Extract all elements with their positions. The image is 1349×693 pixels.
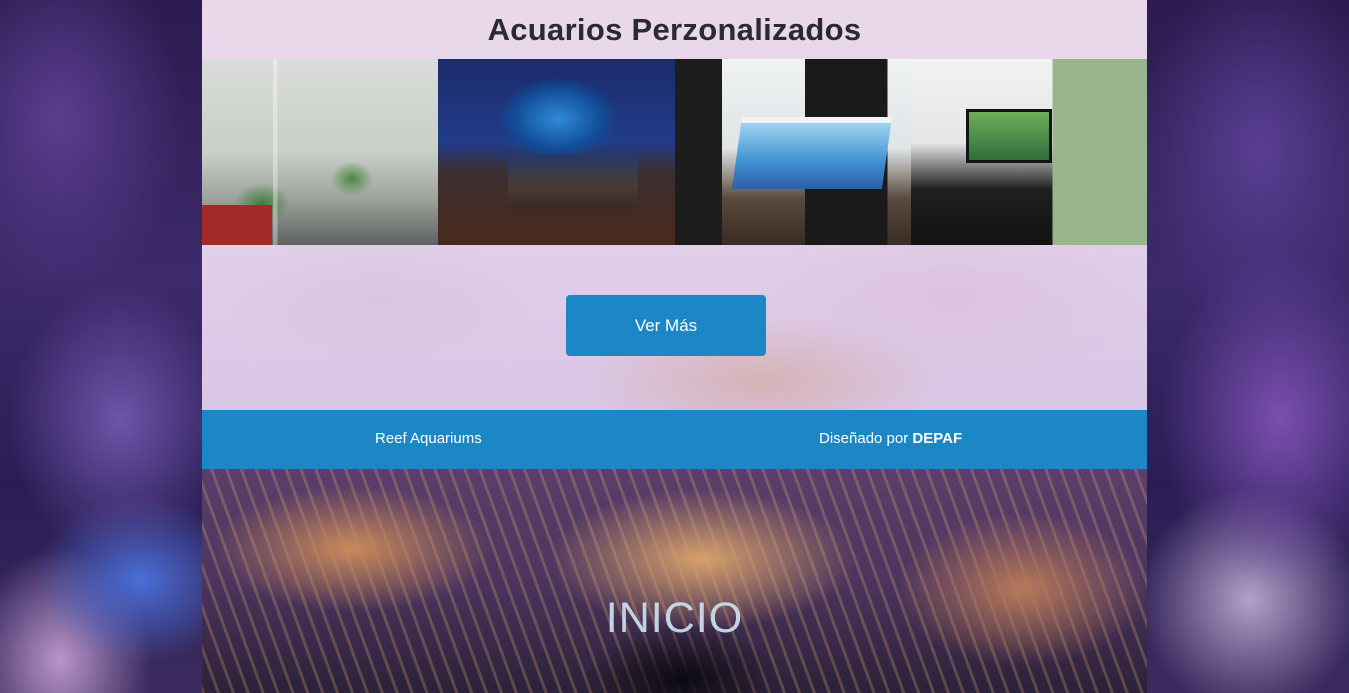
footer-brand: Reef Aquariums xyxy=(375,430,482,447)
ver-mas-button[interactable]: Ver Más xyxy=(566,295,766,356)
page-container: Acuarios Perzonalizados Ver Más Reef Aqu… xyxy=(202,0,1147,693)
kitchen-island-aquarium-photo xyxy=(674,59,911,245)
office-aquarium-photo xyxy=(910,59,1147,245)
footer-bar: Reef Aquariums Diseñado por DEPAF xyxy=(202,410,1147,469)
hero-title[interactable]: INICIO xyxy=(202,594,1147,643)
footer-credit: Diseñado por DEPAF xyxy=(819,430,962,447)
aquarium-gallery xyxy=(202,59,1147,245)
stair-aquarium-photo xyxy=(202,59,439,245)
bedroom-aquarium-photo xyxy=(438,59,675,245)
credit-author[interactable]: DEPAF xyxy=(912,430,962,447)
section-title: Acuarios Perzonalizados xyxy=(487,11,862,47)
custom-aquariums-section: Acuarios Perzonalizados Ver Más xyxy=(202,0,1147,410)
hero-banner: INICIO xyxy=(202,469,1147,693)
credit-prefix: Diseñado por xyxy=(819,430,909,447)
